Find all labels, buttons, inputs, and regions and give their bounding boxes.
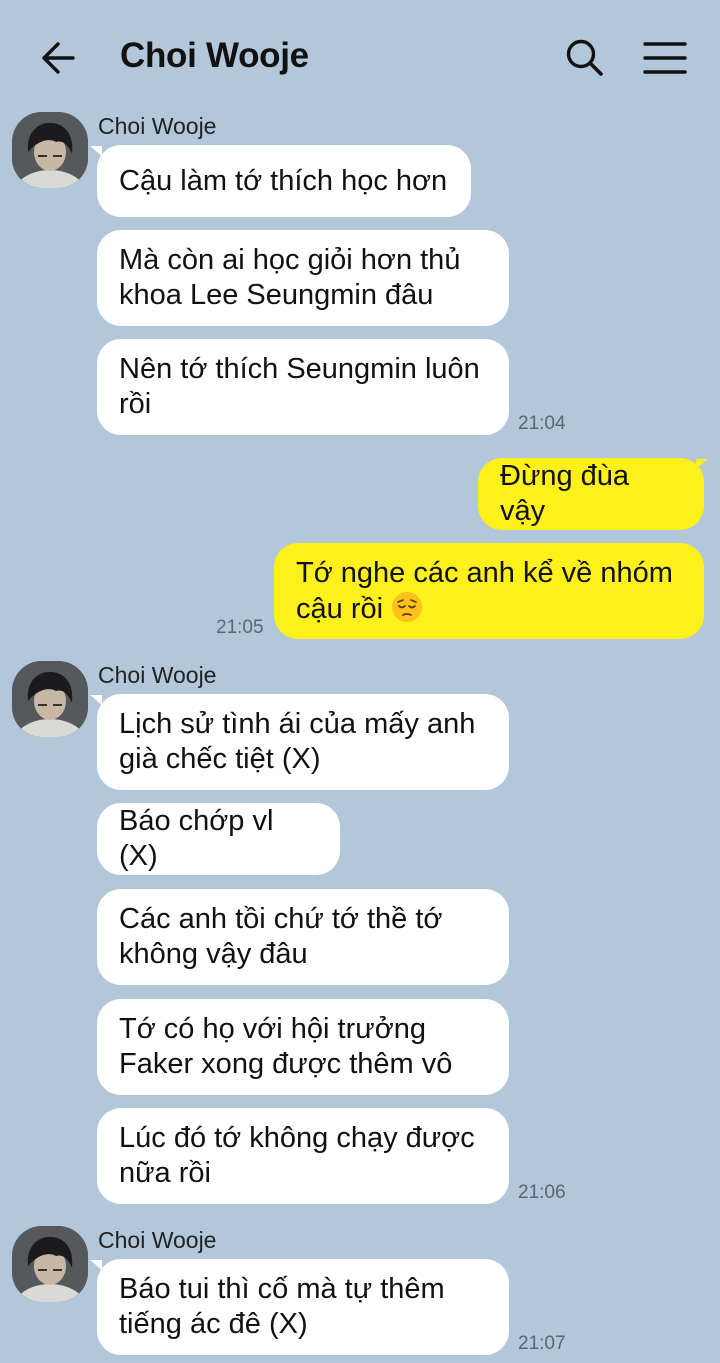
search-button[interactable] [560,34,610,82]
message-text: Nên tớ thích Seungmin luôn rồi [119,353,480,420]
message-text: Mà còn ai học giỏi hơn thủ khoa Lee Seun… [119,244,461,311]
message-timestamp: 21:06 [518,1182,566,1203]
avatar[interactable] [12,112,88,188]
message-text: Cậu làm tớ thích học hơn [119,164,448,197]
sender-name: Choi Wooje [98,662,217,688]
sender-name: Choi Wooje [98,1227,217,1253]
message-bubble[interactable]: Báo chớp vl (X) [97,803,340,875]
message-text: Báo chớp vl (X) [119,805,274,872]
message-text: Các anh tồi chứ tớ thề tớ không vậy đâu [119,903,443,970]
message-bubble[interactable]: Đừng đùa vậy [478,458,704,530]
chat-header: Choi Wooje [0,0,720,112]
arrow-left-icon [42,42,75,74]
avatar[interactable] [12,1226,88,1302]
message-text: Báo tui thì cố mà tự thêm tiếng ác đê (X… [119,1273,445,1340]
message-timestamp: 21:04 [518,413,566,434]
menu-button[interactable] [638,34,692,82]
message-timestamp: 21:05 [216,617,264,638]
message-bubble[interactable]: Lúc đó tớ không chạy được nữa rồi [97,1108,509,1204]
message-text: Đừng đùa vậy [500,460,630,527]
message-bubble[interactable]: Mà còn ai học giỏi hơn thủ khoa Lee Seun… [97,230,509,326]
message-text: Tớ có họ với hội trưởng Faker xong được … [119,1013,453,1080]
profile-photo [12,112,88,188]
message-text: Lúc đó tớ không chạy được nữa rồi [119,1122,475,1189]
avatar[interactable] [12,661,88,737]
message-bubble[interactable]: Lịch sử tình ái của mấy anh già chếc tiệ… [97,694,509,790]
message-timestamp: 21:07 [518,1333,566,1354]
hamburger-menu-icon [643,42,687,74]
profile-photo [12,661,88,737]
message-text: Tớ nghe các anh kể về nhóm cậu rồi [296,556,673,625]
message-bubble[interactable]: Cậu làm tớ thích học hơn [97,145,471,217]
message-bubble[interactable]: Các anh tồi chứ tớ thề tớ không vậy đâu [97,889,509,985]
message-bubble[interactable]: Tớ có họ với hội trưởng Faker xong được … [97,999,509,1095]
message-bubble[interactable]: Tớ nghe các anh kể về nhóm cậu rồi [274,543,704,639]
back-button[interactable] [34,34,82,82]
message-text: Lịch sử tình ái của mấy anh già chếc tiệ… [119,708,476,775]
pensive-face-emoji [392,591,423,622]
message-bubble[interactable]: Nên tớ thích Seungmin luôn rồi [97,339,509,435]
message-bubble[interactable]: Báo tui thì cố mà tự thêm tiếng ác đê (X… [97,1259,509,1355]
sender-name: Choi Wooje [98,113,217,139]
profile-photo [12,1226,88,1302]
search-icon [566,39,603,76]
chat-title: Choi Wooje [120,36,309,75]
